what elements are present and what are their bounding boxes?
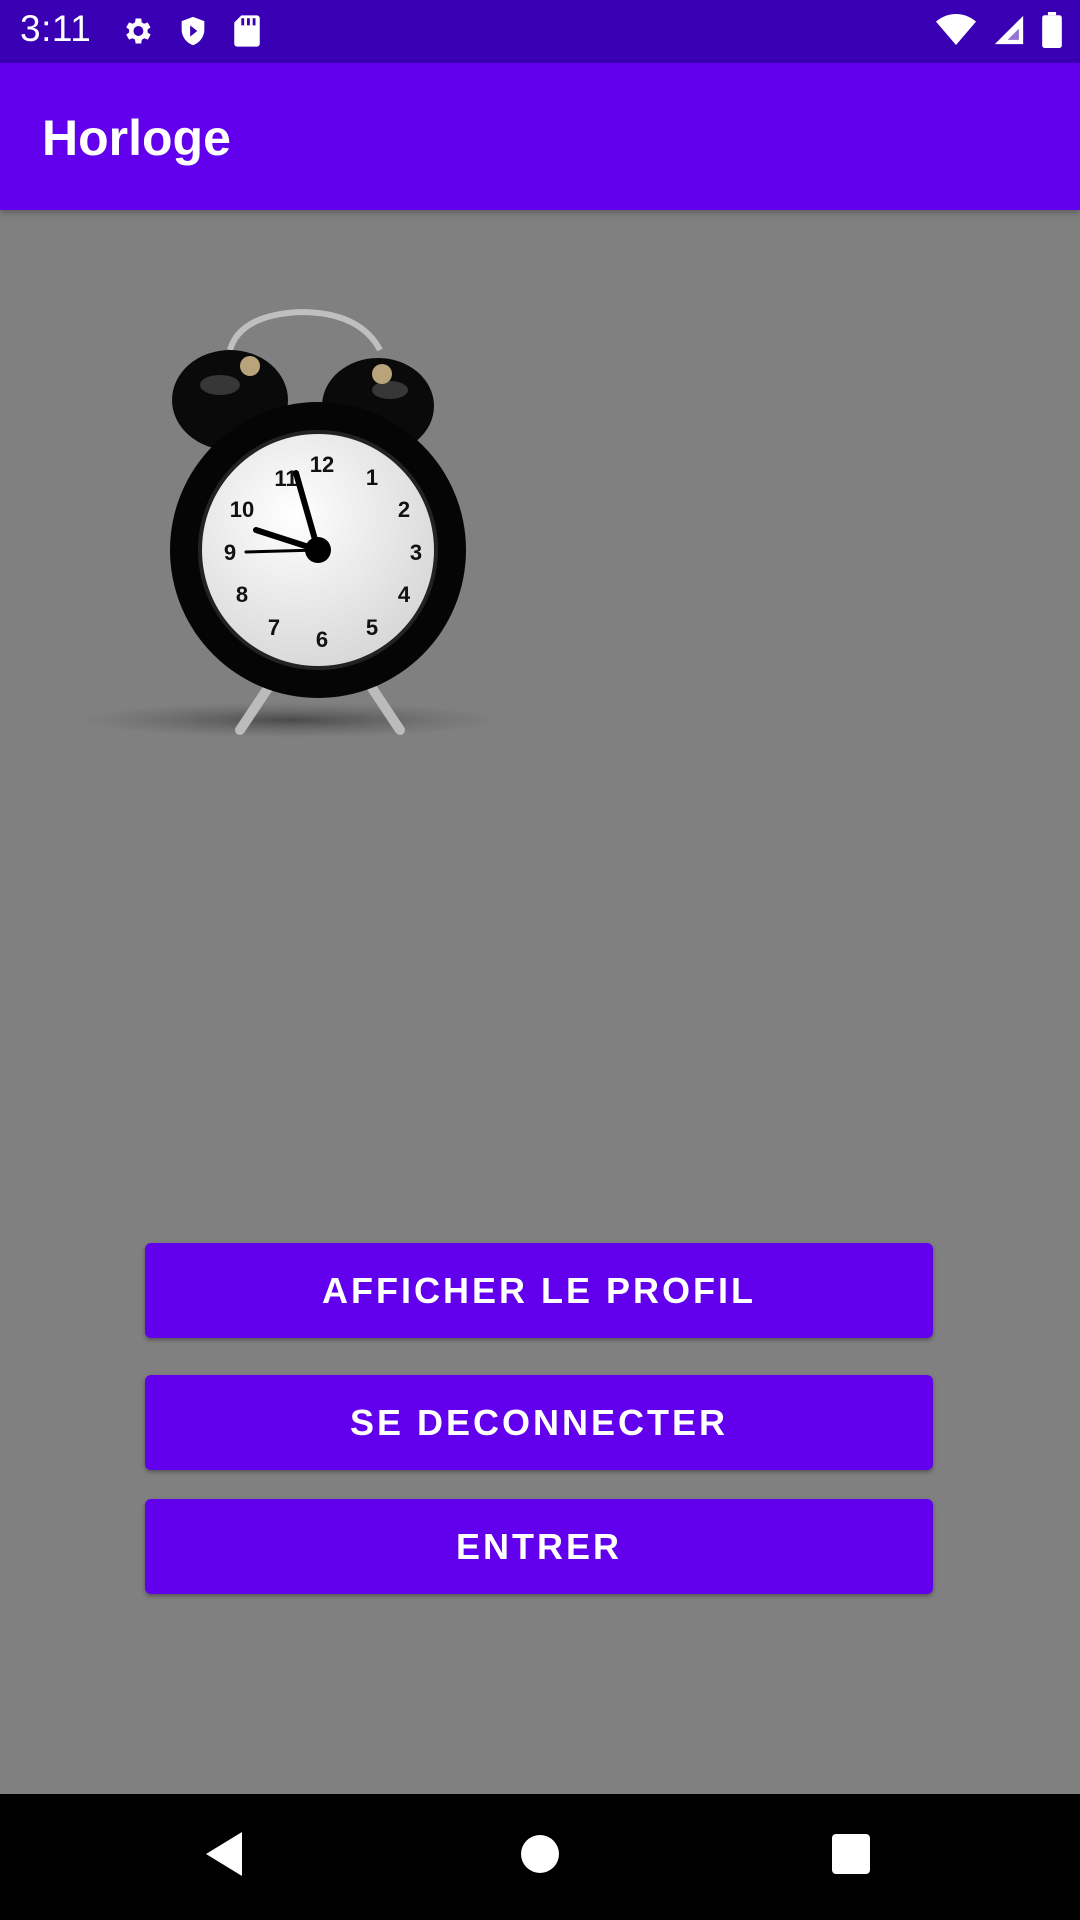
svg-text:10: 10 xyxy=(230,497,254,522)
settings-icon xyxy=(120,14,154,53)
status-bar: 3:11 xyxy=(0,0,1080,63)
navigation-bar xyxy=(0,1794,1080,1920)
svg-text:7: 7 xyxy=(268,615,280,640)
svg-text:4: 4 xyxy=(398,582,411,607)
svg-text:2: 2 xyxy=(398,497,410,522)
alarm-clock-image: 12 1 2 3 4 5 6 7 8 9 10 11 xyxy=(60,290,530,750)
recents-icon[interactable] xyxy=(830,1829,874,1884)
app-bar: Horloge xyxy=(0,63,1080,210)
signal-icon xyxy=(992,13,1026,52)
logout-button[interactable]: SE DECONNECTER xyxy=(145,1375,933,1470)
sd-card-icon xyxy=(232,14,262,53)
svg-text:5: 5 xyxy=(366,615,378,640)
svg-text:8: 8 xyxy=(236,582,248,607)
app-title: Horloge xyxy=(42,110,231,166)
svg-text:11: 11 xyxy=(274,466,297,491)
svg-text:12: 12 xyxy=(310,452,334,477)
home-icon[interactable] xyxy=(519,1829,563,1884)
back-icon[interactable] xyxy=(202,1829,246,1884)
enter-button[interactable]: ENTRER xyxy=(145,1499,933,1594)
svg-text:1: 1 xyxy=(366,465,378,490)
wifi-icon xyxy=(936,13,976,52)
svg-text:6: 6 xyxy=(316,627,328,652)
shield-play-icon xyxy=(176,14,210,53)
svg-text:9: 9 xyxy=(224,540,236,565)
svg-text:3: 3 xyxy=(410,540,422,565)
status-time: 3:11 xyxy=(20,8,92,49)
battery-icon xyxy=(1042,12,1062,53)
show-profile-button[interactable]: AFFICHER LE PROFIL xyxy=(145,1243,933,1338)
